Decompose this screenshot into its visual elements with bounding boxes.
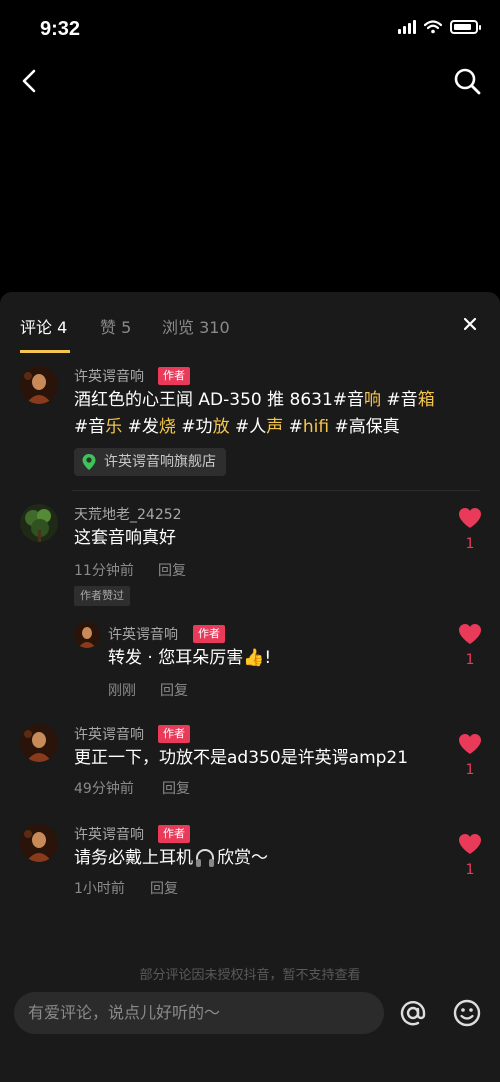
tab-bar: 评论 4 赞 5 浏览 310 bbox=[0, 292, 500, 354]
avatar[interactable] bbox=[20, 724, 58, 762]
footer-note: 部分评论因未授权抖音，暂不支持查看 bbox=[139, 968, 361, 983]
reply-button[interactable]: 回复 bbox=[158, 560, 186, 580]
active-tab-indicator bbox=[20, 350, 70, 353]
shop-name: 许英谔音响旗舰店 bbox=[104, 454, 216, 470]
reply-time: 刚刚 bbox=[108, 683, 136, 699]
headphone-icon bbox=[196, 849, 214, 867]
author-badge: 作者 bbox=[158, 725, 190, 743]
comment-text-line2: #音乐 #发烧 #功放 #人声 #hifi #高保真 bbox=[74, 417, 400, 437]
comment-text: 请务必戴上耳机 欣赏～ bbox=[74, 848, 268, 868]
wifi-icon bbox=[424, 20, 442, 34]
tab-likes[interactable]: 赞 5 bbox=[100, 314, 131, 338]
avatar[interactable] bbox=[20, 366, 58, 404]
comment-username[interactable]: 许英谔音响 bbox=[74, 366, 144, 386]
like-count: 1 bbox=[465, 652, 475, 668]
tab-views[interactable]: 浏览 310 bbox=[162, 314, 230, 338]
comment-input-bar: 有爱评论，说点儿好听的～ bbox=[0, 982, 500, 1082]
like-count: 1 bbox=[465, 862, 475, 878]
status-icons bbox=[398, 20, 481, 34]
status-time: 9:32 bbox=[40, 18, 81, 40]
reply-button[interactable]: 回复 bbox=[160, 680, 188, 700]
comment-username[interactable]: 许英谔音响 bbox=[74, 824, 144, 844]
shop-link[interactable]: 许英谔音响旗舰店 bbox=[74, 448, 226, 476]
comment-username[interactable]: 许英谔音响 bbox=[74, 724, 144, 744]
comment-time: 11分钟前 bbox=[74, 563, 134, 579]
comment-time: 1小时前 bbox=[74, 881, 125, 897]
comment-item: 天荒地老_24252 这套音响真好 11分钟前 回复 作者赞过 1 许英谔音响 … bbox=[0, 502, 500, 712]
back-icon[interactable] bbox=[14, 64, 48, 98]
author-liked-tag: 作者赞过 bbox=[74, 586, 130, 606]
location-pin-icon bbox=[82, 454, 96, 470]
comment-input[interactable]: 有爱评论，说点儿好听的～ bbox=[14, 992, 384, 1034]
heart-icon[interactable] bbox=[457, 506, 483, 530]
comment-text: 这套音响真好 bbox=[74, 528, 176, 548]
comment-username[interactable]: 天荒地老_24252 bbox=[74, 504, 182, 524]
tab-comments[interactable]: 评论 4 bbox=[20, 314, 67, 338]
reply-username[interactable]: 许英谔音响 bbox=[108, 624, 178, 644]
comment-time: 49分钟前 bbox=[74, 781, 134, 797]
like-button[interactable]: 1 bbox=[456, 622, 484, 668]
reply-button[interactable]: 回复 bbox=[162, 778, 190, 798]
like-button[interactable]: 1 bbox=[456, 832, 484, 878]
avatar[interactable] bbox=[20, 824, 58, 862]
author-badge: 作者 bbox=[193, 625, 225, 643]
like-button[interactable]: 1 bbox=[456, 732, 484, 778]
top-nav bbox=[0, 60, 500, 104]
battery-icon bbox=[450, 20, 481, 34]
search-icon[interactable] bbox=[450, 64, 484, 98]
signal-icon bbox=[398, 20, 416, 34]
like-count: 1 bbox=[465, 762, 475, 778]
heart-icon[interactable] bbox=[457, 622, 483, 646]
heart-icon[interactable] bbox=[457, 732, 483, 756]
comment-text: 酒红色的心王闻 AD-350 推 8631#音响 #音箱 bbox=[74, 390, 435, 410]
divider bbox=[72, 490, 480, 491]
comment-item: 许英谔音响 作者 酒红色的心王闻 AD-350 推 8631#音响 #音箱 #音… bbox=[0, 364, 500, 484]
status-bar: 9:32 bbox=[0, 0, 500, 62]
comment-text: 更正一下，功放不是ad350是许英谔amp21 bbox=[74, 748, 409, 768]
avatar[interactable] bbox=[20, 504, 58, 542]
like-button[interactable]: 1 bbox=[456, 506, 484, 552]
close-icon[interactable] bbox=[458, 312, 482, 336]
author-badge: 作者 bbox=[158, 367, 190, 385]
like-count: 1 bbox=[465, 536, 475, 552]
thumbs-up-emoji: 👍 bbox=[243, 648, 265, 668]
at-icon[interactable] bbox=[396, 996, 430, 1030]
comment-item: 许英谔音响 作者 更正一下，功放不是ad350是许英谔amp21 49分钟前 回… bbox=[0, 722, 500, 812]
heart-icon[interactable] bbox=[457, 832, 483, 856]
reply-text: 转发 · 您耳朵厉害👍! bbox=[108, 648, 272, 668]
emoji-icon[interactable] bbox=[450, 996, 484, 1030]
avatar[interactable] bbox=[74, 622, 100, 648]
author-badge: 作者 bbox=[158, 825, 190, 843]
comment-item: 许英谔音响 作者 请务必戴上耳机 欣赏～ 1小时前 回复 1 bbox=[0, 822, 500, 912]
comments-panel: 评论 4 赞 5 浏览 310 许英谔音响 作者 酒红色的心王闻 AD-350 … bbox=[0, 292, 500, 1082]
reply-button[interactable]: 回复 bbox=[150, 878, 178, 898]
